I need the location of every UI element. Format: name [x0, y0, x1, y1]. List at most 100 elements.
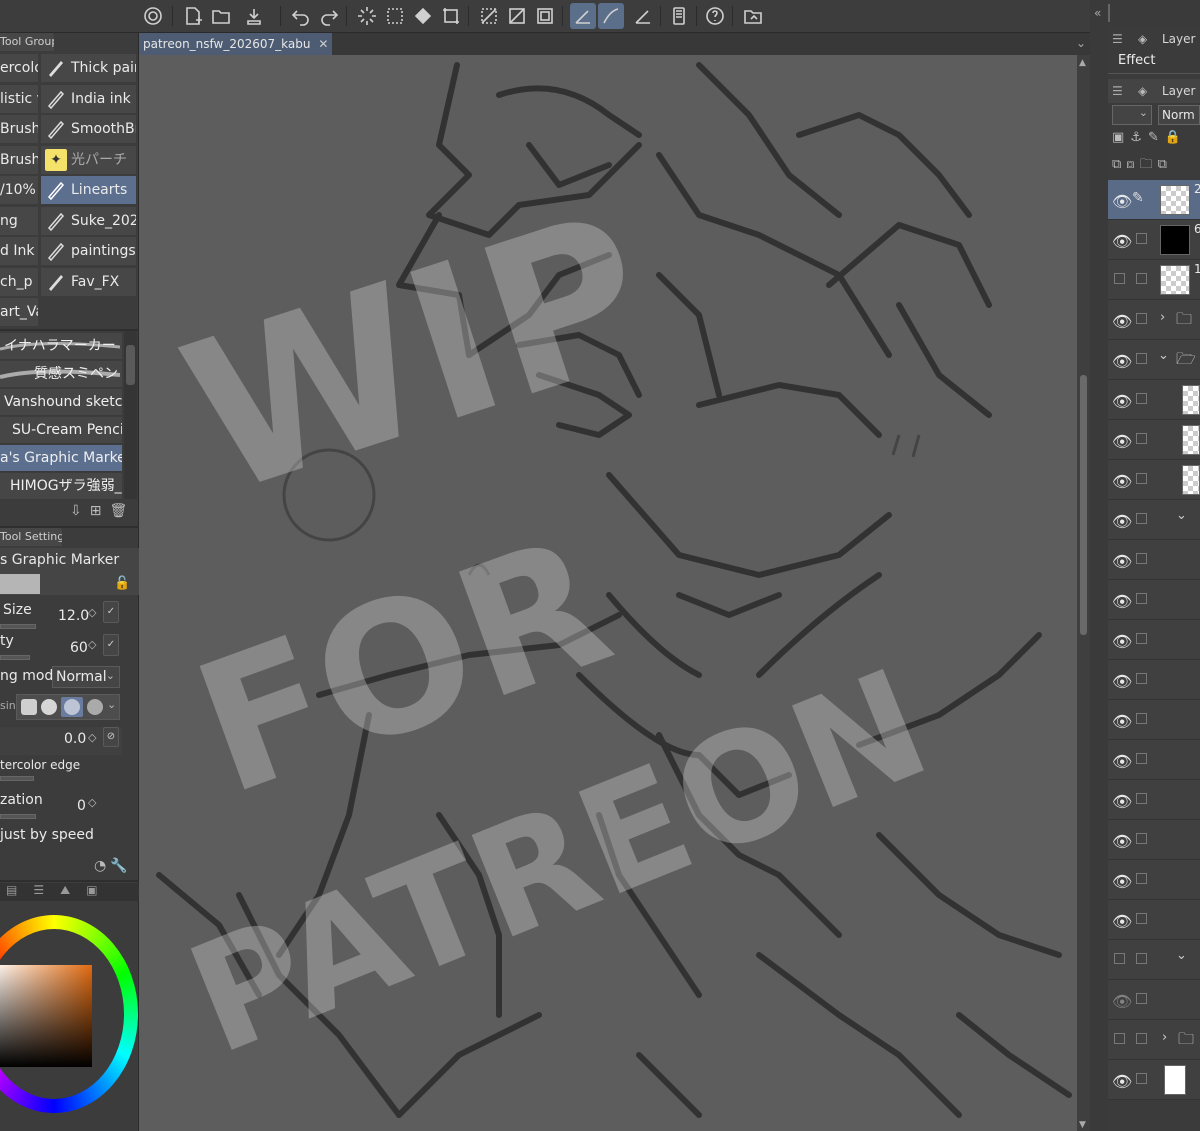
spinner-icon[interactable]	[354, 3, 380, 29]
spinner-icon[interactable]: ◇	[88, 606, 96, 619]
saturation-value-square[interactable]	[0, 965, 92, 1067]
curve-snap-icon[interactable]	[598, 3, 624, 29]
shape-gradient-circle-icon[interactable]	[87, 699, 103, 715]
drawing-canvas[interactable]: WIP FOR PATREON	[139, 55, 1077, 1131]
add-icon[interactable]: ⊞	[90, 503, 110, 519]
layer-checkbox[interactable]	[1136, 873, 1147, 884]
undo-icon[interactable]	[288, 3, 314, 29]
brush-list-scrollbar[interactable]	[124, 331, 137, 499]
layer-checkbox[interactable]	[1136, 273, 1147, 284]
fill-bucket-icon[interactable]	[410, 3, 436, 29]
color-history-icon[interactable]: ⛰	[60, 883, 86, 897]
layer-property-header[interactable]: ☰ ◈ Layer P	[1108, 27, 1200, 51]
clip-icon[interactable]: ▣	[1112, 130, 1130, 145]
reset-icon[interactable]: ◔	[94, 858, 110, 874]
layer-visibility-checkbox[interactable]	[1114, 273, 1125, 284]
chevron-down-icon[interactable]: ⌄	[1176, 948, 1187, 963]
transform-icon[interactable]	[438, 3, 464, 29]
canvas-vertical-scrollbar[interactable]	[1077, 55, 1090, 1131]
chevron-down-icon[interactable]: ⌄	[1176, 508, 1187, 523]
layer-checkbox[interactable]	[1136, 793, 1147, 804]
eye-icon[interactable]: 👁	[1112, 792, 1132, 811]
eye-icon[interactable]: 👁	[1112, 912, 1132, 931]
scroll-down-icon[interactable]: ▼	[1079, 1120, 1086, 1130]
trash-icon[interactable]: 🗑	[109, 503, 135, 519]
eye-icon[interactable]: 👁	[1112, 432, 1132, 451]
help-icon[interactable]	[702, 3, 728, 29]
layer-checkbox[interactable]	[1136, 1033, 1147, 1044]
layer-checkbox[interactable]	[1136, 633, 1147, 644]
menu-icon[interactable]: ☰	[1112, 27, 1123, 51]
layer-checkbox[interactable]	[1136, 993, 1147, 1004]
layer-checkbox[interactable]	[1136, 833, 1147, 844]
reference-icon[interactable]: ⚓	[1130, 130, 1148, 145]
brush-list-item[interactable]: SU-Cream Pencil	[0, 417, 122, 444]
document-tab[interactable]: patreon_nsfw_202607_kabu ✕	[139, 33, 333, 55]
layer-checkbox[interactable]	[1136, 553, 1147, 564]
layer-checkbox[interactable]	[1136, 1073, 1147, 1084]
subtool-item[interactable]: Fav_FX	[41, 268, 136, 296]
misc-toggle[interactable]: ⊘	[103, 727, 119, 747]
duplicate-icon[interactable]: ⧉	[1158, 157, 1172, 172]
eye-icon[interactable]: 👁	[1112, 552, 1132, 571]
subtool-item[interactable]: ng	[0, 207, 38, 235]
subtool-item[interactable]: /10%	[0, 176, 38, 204]
layer-row[interactable]: 👁	[1108, 740, 1200, 780]
subtool-item[interactable]: listic v	[0, 85, 38, 113]
selection-icon[interactable]	[382, 3, 408, 29]
lock-icon[interactable]: 🔓	[114, 576, 130, 591]
redo-icon[interactable]	[316, 3, 342, 29]
blend-mode-select[interactable]: Norm	[1158, 105, 1200, 125]
subtool-item[interactable]: paintingst	[41, 237, 136, 265]
spinner-icon[interactable]: ◇	[88, 638, 96, 651]
app-logo-icon[interactable]	[140, 3, 166, 29]
brush-list-item-selected[interactable]: a's Graphic Marker	[0, 445, 122, 472]
layer-row[interactable]: 1 w	[1108, 260, 1200, 300]
lock-icon[interactable]: 🔒	[1165, 130, 1187, 145]
subtool-item[interactable]: ch_p	[0, 268, 38, 296]
subtool-item[interactable]: Thick pair	[41, 54, 136, 82]
eye-icon[interactable]: 👁	[1112, 832, 1132, 851]
eye-icon[interactable]: 👁	[1112, 312, 1132, 331]
eye-icon[interactable]: 👁	[1112, 872, 1132, 891]
eye-icon[interactable]: 👁	[1112, 352, 1132, 371]
eye-icon[interactable]: 👁	[1112, 672, 1132, 691]
layer-row[interactable]: 👁	[1108, 540, 1200, 580]
brush-list-item[interactable]: HIMOGザラ強弱_	[0, 473, 122, 500]
layer-checkbox[interactable]	[1136, 913, 1147, 924]
ruler-snap-icon[interactable]	[570, 3, 596, 29]
subtool-item[interactable]: d Ink E	[0, 237, 38, 265]
eye-icon[interactable]: 👁	[1112, 992, 1132, 1011]
subtool-item[interactable]: ✦ 光パーチ	[41, 146, 136, 174]
shared-folder-icon[interactable]	[740, 3, 766, 29]
new-raster-layer-icon[interactable]: ⧉	[1112, 157, 1126, 172]
layer-folder-row[interactable]: 👁 ⌄ 🗁	[1108, 340, 1200, 380]
blending-mode-select[interactable]: Normal ⌄	[52, 666, 120, 688]
layer-row[interactable]: 👁	[1108, 1060, 1200, 1100]
layer-checkbox[interactable]	[1136, 953, 1147, 964]
subtool-item[interactable]: Suke_202	[41, 207, 136, 235]
brush-list-item[interactable]: イナハラマーカー	[0, 333, 122, 360]
layer-row[interactable]: 👁	[1108, 380, 1200, 420]
layer-row[interactable]: 👁	[1108, 420, 1200, 460]
color-wheel[interactable]	[0, 915, 138, 1113]
eye-icon[interactable]: 👁	[1112, 392, 1132, 411]
menu-icon[interactable]: ☰	[1112, 79, 1123, 103]
layer-visibility-checkbox[interactable]	[1114, 1033, 1125, 1044]
layer-checkbox[interactable]	[1136, 513, 1147, 524]
layer-row[interactable]: 👁	[1108, 580, 1200, 620]
layer-row-selected[interactable]: 👁 ✎ 2 L	[1108, 180, 1200, 220]
layer-row[interactable]: 👁	[1108, 860, 1200, 900]
layer-panel-header[interactable]: ☰ ◈ Layer	[1108, 79, 1200, 103]
subtool-item-selected[interactable]: Linearts	[41, 176, 136, 204]
dock-grip[interactable]	[1108, 4, 1110, 22]
color-slider-icon[interactable]: ☰	[33, 883, 60, 897]
layer-row[interactable]: 👁	[1108, 900, 1200, 940]
eye-icon[interactable]: 👁	[1112, 752, 1132, 771]
tab-list-chevron-icon[interactable]: ⌄	[1076, 36, 1086, 50]
layer-checkbox[interactable]	[1136, 673, 1147, 684]
layer-row[interactable]: 👁	[1108, 780, 1200, 820]
shape-circle-icon[interactable]	[41, 699, 57, 715]
wrench-icon[interactable]: 🔧	[110, 858, 131, 874]
spinner-icon[interactable]: ◇	[88, 796, 96, 809]
